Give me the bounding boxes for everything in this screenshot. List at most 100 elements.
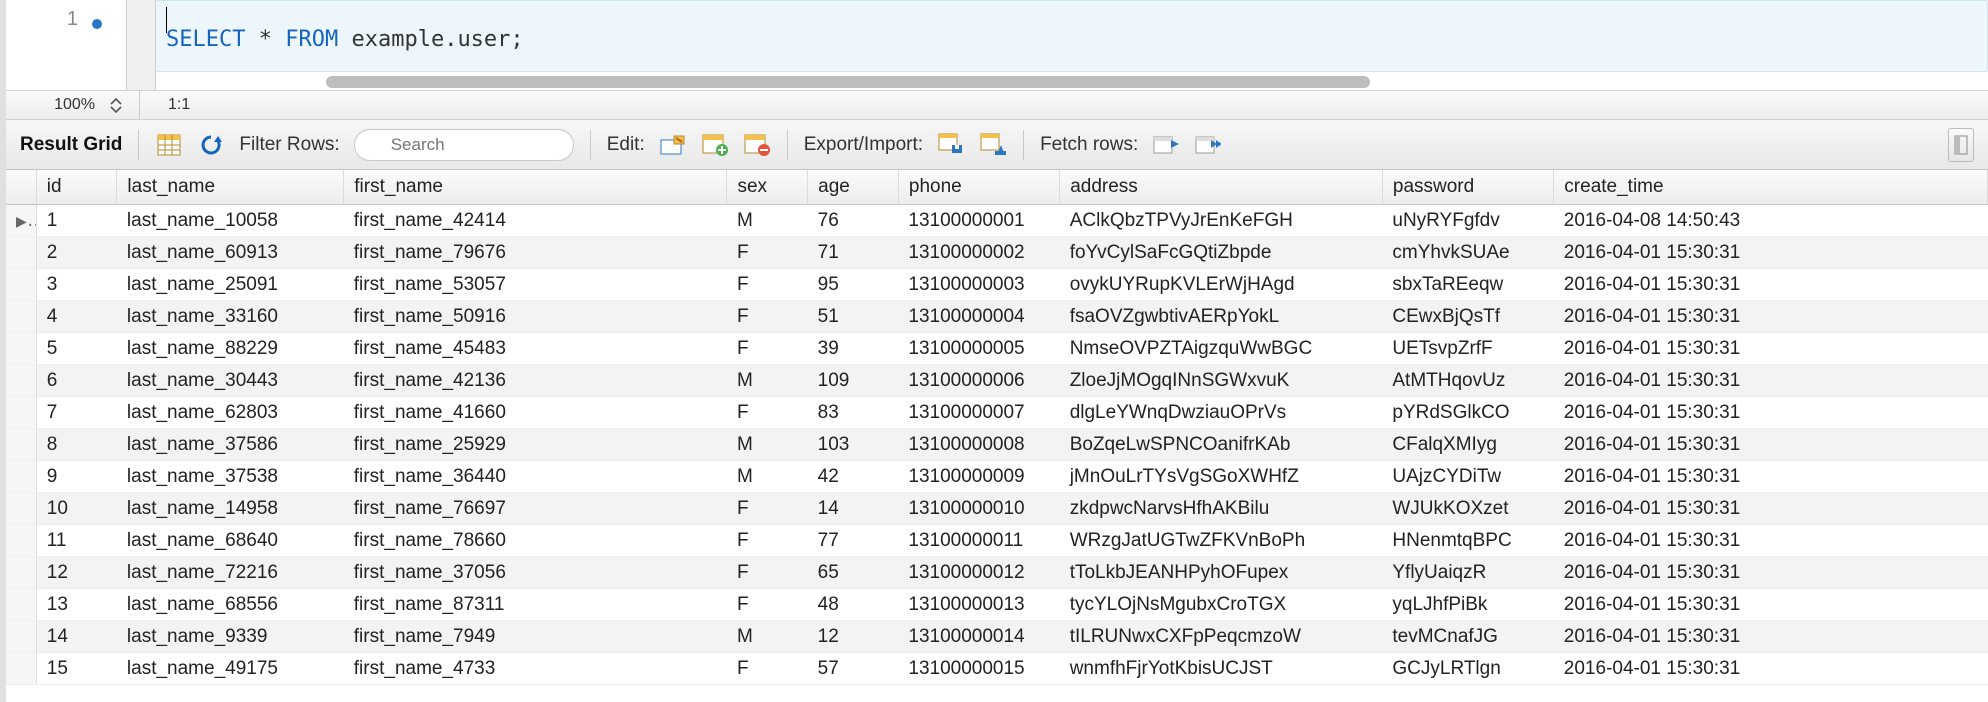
- cell-first_name[interactable]: first_name_36440: [344, 461, 727, 493]
- cell-phone[interactable]: 13100000013: [898, 589, 1059, 621]
- table-row[interactable]: 8last_name_37586first_name_25929M1031310…: [6, 429, 1988, 461]
- row-marker[interactable]: [6, 397, 36, 429]
- cell-address[interactable]: jMnOuLrTYsVgSGoXWHfZ: [1060, 461, 1383, 493]
- cell-create_time[interactable]: 2016-04-01 15:30:31: [1554, 365, 1988, 397]
- cell-last_name[interactable]: last_name_49175: [117, 653, 344, 685]
- cell-first_name[interactable]: first_name_87311: [344, 589, 727, 621]
- cell-age[interactable]: 76: [808, 205, 899, 237]
- cell-last_name[interactable]: last_name_33160: [117, 301, 344, 333]
- cell-id[interactable]: 8: [36, 429, 117, 461]
- cell-sex[interactable]: F: [727, 237, 808, 269]
- cell-age[interactable]: 71: [808, 237, 899, 269]
- cell-create_time[interactable]: 2016-04-01 15:30:31: [1554, 301, 1988, 333]
- cell-last_name[interactable]: last_name_60913: [117, 237, 344, 269]
- cell-first_name[interactable]: first_name_50916: [344, 301, 727, 333]
- fetch-next-icon[interactable]: [1152, 131, 1180, 159]
- cell-address[interactable]: fsaOVZgwbtivAERpYokL: [1060, 301, 1383, 333]
- row-marker[interactable]: [6, 365, 36, 397]
- column-header-id[interactable]: id: [36, 170, 117, 205]
- cell-password[interactable]: tevMCnafJG: [1382, 621, 1553, 653]
- table-row[interactable]: 7last_name_62803first_name_41660F8313100…: [6, 397, 1988, 429]
- cell-sex[interactable]: M: [727, 621, 808, 653]
- cell-phone[interactable]: 13100000007: [898, 397, 1059, 429]
- cell-age[interactable]: 14: [808, 493, 899, 525]
- cell-phone[interactable]: 13100000005: [898, 333, 1059, 365]
- cell-age[interactable]: 65: [808, 557, 899, 589]
- row-marker[interactable]: [6, 653, 36, 685]
- cell-create_time[interactable]: 2016-04-01 15:30:31: [1554, 493, 1988, 525]
- insert-row-icon[interactable]: [701, 131, 729, 159]
- cell-create_time[interactable]: 2016-04-01 15:30:31: [1554, 237, 1988, 269]
- cell-create_time[interactable]: 2016-04-01 15:30:31: [1554, 269, 1988, 301]
- cell-id[interactable]: 6: [36, 365, 117, 397]
- cell-id[interactable]: 10: [36, 493, 117, 525]
- cell-first_name[interactable]: first_name_45483: [344, 333, 727, 365]
- cell-address[interactable]: foYvCylSaFcGQtiZbpde: [1060, 237, 1383, 269]
- cell-sex[interactable]: F: [727, 557, 808, 589]
- cell-create_time[interactable]: 2016-04-01 15:30:31: [1554, 429, 1988, 461]
- cell-create_time[interactable]: 2016-04-01 15:30:31: [1554, 461, 1988, 493]
- cell-sex[interactable]: F: [727, 589, 808, 621]
- cell-address[interactable]: AClkQbzTPVyJrEnKeFGH: [1060, 205, 1383, 237]
- cell-last_name[interactable]: last_name_37538: [117, 461, 344, 493]
- cell-phone[interactable]: 13100000002: [898, 237, 1059, 269]
- cell-last_name[interactable]: last_name_68556: [117, 589, 344, 621]
- row-marker[interactable]: ▶: [6, 205, 36, 237]
- row-marker[interactable]: [6, 237, 36, 269]
- cell-first_name[interactable]: first_name_76697: [344, 493, 727, 525]
- cell-phone[interactable]: 13100000012: [898, 557, 1059, 589]
- row-marker[interactable]: [6, 557, 36, 589]
- cell-sex[interactable]: F: [727, 301, 808, 333]
- column-header-address[interactable]: address: [1060, 170, 1383, 205]
- cell-phone[interactable]: 13100000014: [898, 621, 1059, 653]
- cell-id[interactable]: 2: [36, 237, 117, 269]
- row-marker[interactable]: [6, 621, 36, 653]
- cell-id[interactable]: 15: [36, 653, 117, 685]
- cell-last_name[interactable]: last_name_37586: [117, 429, 344, 461]
- cell-last_name[interactable]: last_name_14958: [117, 493, 344, 525]
- cell-last_name[interactable]: last_name_88229: [117, 333, 344, 365]
- cell-password[interactable]: AtMTHqovUz: [1382, 365, 1553, 397]
- cell-sex[interactable]: F: [727, 333, 808, 365]
- table-row[interactable]: 13last_name_68556first_name_87311F481310…: [6, 589, 1988, 621]
- cell-create_time[interactable]: 2016-04-01 15:30:31: [1554, 621, 1988, 653]
- cell-sex[interactable]: M: [727, 461, 808, 493]
- column-header-create_time[interactable]: create_time: [1554, 170, 1988, 205]
- cell-sex[interactable]: M: [727, 205, 808, 237]
- cell-create_time[interactable]: 2016-04-08 14:50:43: [1554, 205, 1988, 237]
- editor-horizontal-scrollbar[interactable]: [326, 76, 1818, 90]
- grid-view-icon[interactable]: [155, 131, 183, 159]
- cell-password[interactable]: sbxTaREeqw: [1382, 269, 1553, 301]
- cell-address[interactable]: dlgLeYWnqDwziauOPrVs: [1060, 397, 1383, 429]
- cell-address[interactable]: tToLkbJEANHPyhOFupex: [1060, 557, 1383, 589]
- cell-phone[interactable]: 13100000008: [898, 429, 1059, 461]
- cell-phone[interactable]: 13100000003: [898, 269, 1059, 301]
- cell-id[interactable]: 4: [36, 301, 117, 333]
- cell-create_time[interactable]: 2016-04-01 15:30:31: [1554, 333, 1988, 365]
- cell-id[interactable]: 1: [36, 205, 117, 237]
- cell-age[interactable]: 57: [808, 653, 899, 685]
- table-row[interactable]: 15last_name_49175first_name_4733F5713100…: [6, 653, 1988, 685]
- cell-sex[interactable]: M: [727, 429, 808, 461]
- cell-sex[interactable]: F: [727, 397, 808, 429]
- cell-last_name[interactable]: last_name_62803: [117, 397, 344, 429]
- cell-phone[interactable]: 13100000009: [898, 461, 1059, 493]
- cell-last_name[interactable]: last_name_72216: [117, 557, 344, 589]
- column-header-age[interactable]: age: [808, 170, 899, 205]
- cell-address[interactable]: tILRUNwxCXFpPeqcmzoW: [1060, 621, 1383, 653]
- cell-age[interactable]: 12: [808, 621, 899, 653]
- import-icon[interactable]: [979, 131, 1007, 159]
- cell-first_name[interactable]: first_name_78660: [344, 525, 727, 557]
- cell-first_name[interactable]: first_name_53057: [344, 269, 727, 301]
- cell-sex[interactable]: F: [727, 653, 808, 685]
- cell-last_name[interactable]: last_name_9339: [117, 621, 344, 653]
- refresh-icon[interactable]: [197, 131, 225, 159]
- column-header-first_name[interactable]: first_name: [344, 170, 727, 205]
- cell-create_time[interactable]: 2016-04-01 15:30:31: [1554, 653, 1988, 685]
- table-row[interactable]: 6last_name_30443first_name_42136M1091310…: [6, 365, 1988, 397]
- cell-password[interactable]: CEwxBjQsTf: [1382, 301, 1553, 333]
- cell-create_time[interactable]: 2016-04-01 15:30:31: [1554, 589, 1988, 621]
- row-marker[interactable]: [6, 493, 36, 525]
- cell-last_name[interactable]: last_name_68640: [117, 525, 344, 557]
- cell-sex[interactable]: F: [727, 269, 808, 301]
